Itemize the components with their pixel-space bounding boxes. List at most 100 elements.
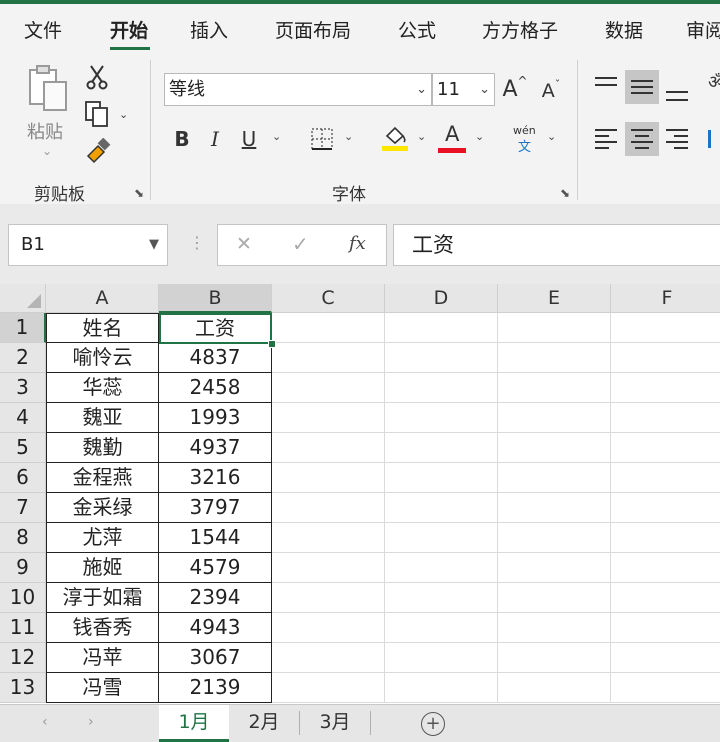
tab-file[interactable]: 文件 bbox=[24, 16, 62, 43]
row-header[interactable]: 9 bbox=[0, 553, 46, 583]
cancel-icon[interactable]: ✕ bbox=[236, 233, 252, 255]
cell-empty[interactable] bbox=[272, 643, 385, 673]
chevron-down-icon[interactable]: ⌄ bbox=[417, 130, 426, 143]
formula-input[interactable]: 工资 bbox=[393, 224, 720, 266]
cell-empty[interactable] bbox=[498, 313, 611, 343]
cell-b[interactable]: 4943 bbox=[159, 613, 272, 643]
tab-formulas[interactable]: 公式 bbox=[398, 16, 436, 43]
name-box[interactable]: B1 ▼ bbox=[8, 224, 168, 266]
tab-insert[interactable]: 插入 bbox=[190, 16, 228, 43]
row-header[interactable]: 8 bbox=[0, 523, 46, 553]
cell-a[interactable]: 冯雪 bbox=[46, 673, 159, 703]
grow-font-button[interactable]: A ^ bbox=[500, 74, 530, 104]
chevron-down-icon[interactable]: ⌄ bbox=[475, 130, 484, 143]
row-header[interactable]: 5 bbox=[0, 433, 46, 463]
enter-icon[interactable]: ✓ bbox=[292, 232, 309, 256]
copy-icon[interactable] bbox=[84, 100, 110, 128]
cell-empty[interactable] bbox=[611, 613, 720, 643]
select-all-button[interactable] bbox=[0, 284, 46, 313]
cell-empty[interactable] bbox=[611, 433, 720, 463]
cell-empty[interactable] bbox=[272, 523, 385, 553]
chevron-down-icon[interactable]: ⌄ bbox=[272, 130, 281, 143]
cell-b[interactable]: 4937 bbox=[159, 433, 272, 463]
chevron-down-icon[interactable]: ⌄ bbox=[547, 130, 556, 143]
cell-empty[interactable] bbox=[498, 523, 611, 553]
cell-empty[interactable] bbox=[272, 373, 385, 403]
sheet-tab-3[interactable]: 3月 bbox=[300, 705, 370, 742]
cell-empty[interactable] bbox=[385, 313, 498, 343]
cell-a[interactable]: 金采绿 bbox=[46, 493, 159, 523]
cell-empty[interactable] bbox=[498, 463, 611, 493]
cell-empty[interactable] bbox=[272, 403, 385, 433]
cell-empty[interactable] bbox=[385, 463, 498, 493]
borders-icon[interactable] bbox=[310, 127, 334, 151]
row-header[interactable]: 4 bbox=[0, 403, 46, 433]
cell-empty[interactable] bbox=[385, 673, 498, 703]
column-header-a[interactable]: A bbox=[46, 284, 159, 313]
cell-empty[interactable] bbox=[385, 493, 498, 523]
insert-function-icon[interactable]: fx bbox=[349, 233, 366, 254]
cell-empty[interactable] bbox=[385, 403, 498, 433]
cell-a[interactable]: 魏勤 bbox=[46, 433, 159, 463]
cell-a[interactable]: 姓名 bbox=[46, 313, 159, 343]
cell-empty[interactable] bbox=[498, 493, 611, 523]
chevron-down-icon[interactable]: ⌄ bbox=[119, 108, 128, 121]
cell-a[interactable]: 喻怜云 bbox=[46, 343, 159, 373]
cell-empty[interactable] bbox=[611, 553, 720, 583]
cell-b[interactable]: 2139 bbox=[159, 673, 272, 703]
cell-empty[interactable] bbox=[272, 313, 385, 343]
row-header[interactable]: 7 bbox=[0, 493, 46, 523]
add-sheet-icon[interactable]: + bbox=[421, 712, 445, 736]
cell-empty[interactable] bbox=[498, 373, 611, 403]
fill-handle[interactable] bbox=[268, 340, 276, 348]
align-middle-button[interactable] bbox=[625, 70, 659, 104]
scroll-left-icon[interactable]: ‹ bbox=[42, 714, 48, 730]
cell-b[interactable]: 3216 bbox=[159, 463, 272, 493]
tab-page-layout[interactable]: 页面布局 bbox=[275, 16, 351, 43]
cell-empty[interactable] bbox=[611, 523, 720, 553]
cell-empty[interactable] bbox=[385, 343, 498, 373]
cell-empty[interactable] bbox=[498, 583, 611, 613]
dialog-launcher-icon[interactable]: ⬊ bbox=[134, 186, 144, 200]
cell-empty[interactable] bbox=[498, 403, 611, 433]
cell-empty[interactable] bbox=[611, 463, 720, 493]
align-bottom-icon[interactable] bbox=[664, 80, 690, 104]
tab-review[interactable]: 审阅 bbox=[686, 16, 720, 43]
row-header[interactable]: 13 bbox=[0, 673, 46, 703]
cell-empty[interactable] bbox=[611, 373, 720, 403]
italic-button[interactable]: I bbox=[201, 124, 229, 154]
cell-empty[interactable] bbox=[385, 643, 498, 673]
tab-fangfang-gezi[interactable]: 方方格子 bbox=[482, 16, 558, 43]
align-center-button[interactable] bbox=[625, 122, 659, 156]
tab-home[interactable]: 开始 bbox=[110, 16, 148, 43]
cell-empty[interactable] bbox=[272, 553, 385, 583]
column-header-e[interactable]: E bbox=[498, 284, 611, 313]
cell-empty[interactable] bbox=[272, 343, 385, 373]
shrink-font-button[interactable]: Aˇ bbox=[536, 76, 566, 106]
row-header[interactable]: 3 bbox=[0, 373, 46, 403]
column-header-b[interactable]: B bbox=[159, 284, 272, 313]
cell-b[interactable]: 4579 bbox=[159, 553, 272, 583]
align-left-icon[interactable] bbox=[593, 126, 619, 152]
cell-empty[interactable] bbox=[272, 433, 385, 463]
cell-empty[interactable] bbox=[272, 463, 385, 493]
chevron-down-icon[interactable]: ⌄ bbox=[344, 130, 353, 143]
cell-empty[interactable] bbox=[385, 583, 498, 613]
column-header-c[interactable]: C bbox=[272, 284, 385, 313]
tab-data[interactable]: 数据 bbox=[605, 16, 643, 43]
cell-a[interactable]: 金程燕 bbox=[46, 463, 159, 493]
cell-empty[interactable] bbox=[611, 343, 720, 373]
cell-a[interactable]: 施姬 bbox=[46, 553, 159, 583]
dialog-launcher-icon[interactable]: ⬊ bbox=[560, 186, 570, 200]
row-header[interactable]: 2 bbox=[0, 343, 46, 373]
sheet-tab-2[interactable]: 2月 bbox=[229, 705, 299, 742]
cell-empty[interactable] bbox=[498, 343, 611, 373]
cell-empty[interactable] bbox=[498, 673, 611, 703]
fill-color-icon[interactable] bbox=[381, 122, 409, 152]
align-right-icon[interactable] bbox=[664, 126, 690, 152]
cell-b[interactable]: 1993 bbox=[159, 403, 272, 433]
cell-empty[interactable] bbox=[611, 403, 720, 433]
cell-a[interactable]: 淳于如霜 bbox=[46, 583, 159, 613]
cell-empty[interactable] bbox=[385, 553, 498, 583]
column-header-d[interactable]: D bbox=[385, 284, 498, 313]
